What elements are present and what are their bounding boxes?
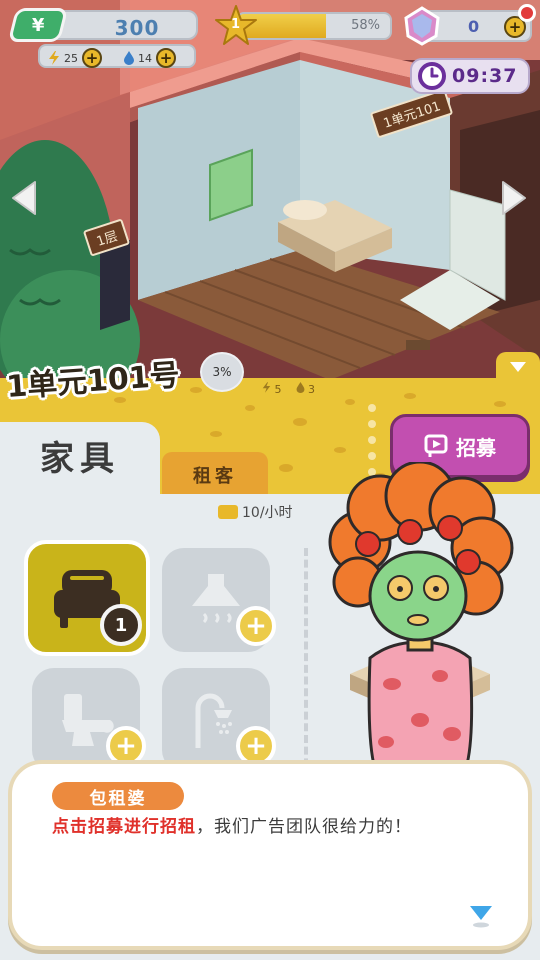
money-icon: ¥ <box>7 8 69 42</box>
level-hud: 58% 1 <box>214 4 394 48</box>
energy-cost-value: 5 <box>274 383 282 396</box>
water-cost-value: 3 <box>308 383 315 396</box>
water-drop-icon <box>124 51 134 65</box>
collapse-panel-button[interactable] <box>496 352 540 382</box>
chevron-down-icon <box>510 362 526 372</box>
gem-value: 0 <box>468 17 480 36</box>
energy-resource: 25 + <box>48 48 102 68</box>
energy-cost: 5 <box>262 382 282 396</box>
dialog-text: 点击招募进行招租，我们广告团队很给力的！ <box>52 816 512 838</box>
water-resource: 14 + <box>124 48 176 68</box>
dialog-highlight: 点击招募进行招租 <box>52 817 196 837</box>
furniture-range-hood[interactable]: + <box>162 548 276 652</box>
resource-pill: 25 + 14 + <box>38 44 196 68</box>
gem-hud: 0 + <box>400 4 536 48</box>
furniture-bed[interactable]: 1 <box>24 540 150 656</box>
add-energy-button[interactable]: + <box>82 48 102 68</box>
money-value: 300 <box>114 16 160 40</box>
furniture-shower[interactable]: + <box>162 668 276 772</box>
chevron-right-icon <box>502 181 526 215</box>
tab-tenant[interactable]: 租客 <box>162 452 268 498</box>
lightning-icon <box>262 382 271 393</box>
room-cost-info: 5 3 <box>262 382 315 396</box>
tab-furniture[interactable]: 家具 <box>0 422 160 498</box>
landlady-character <box>328 462 514 782</box>
speaker-name: 包租婆 <box>52 782 184 810</box>
add-water-button[interactable]: + <box>156 48 176 68</box>
timer: 09:37 <box>410 58 530 94</box>
clock-icon <box>418 62 446 90</box>
level-number: 1 <box>231 17 241 32</box>
bed-count: 1 <box>100 604 142 646</box>
water-drop-icon <box>296 382 304 393</box>
dialog-box[interactable]: 包租婆 点击招募进行招租，我们广告团队很给力的！ <box>8 760 532 950</box>
next-room-button[interactable] <box>494 176 534 220</box>
income-rate: 10/小时 <box>218 502 293 522</box>
level-progress-bar: 58% <box>236 12 392 40</box>
recruit-icon <box>424 434 448 457</box>
water-cost: 3 <box>296 382 315 396</box>
timer-text: 09:37 <box>452 65 518 87</box>
chevron-left-icon <box>12 181 36 215</box>
room-completion: 3% <box>200 352 244 392</box>
prev-room-button[interactable] <box>4 176 44 220</box>
money-icon <box>218 505 238 519</box>
notification-dot <box>518 4 536 22</box>
recruit-label: 招募 <box>456 435 496 460</box>
dialog-body: ，我们广告团队很给力的！ <box>196 817 412 837</box>
gem-icon <box>404 6 440 46</box>
continue-icon[interactable] <box>468 904 494 928</box>
furniture-toilet[interactable]: + <box>32 668 146 772</box>
money-hud: 300 ¥ 25 + 14 + <box>7 8 198 70</box>
level-progress-text: 58% <box>351 18 380 33</box>
income-rate-text: 10/小时 <box>242 505 293 521</box>
water-value: 14 <box>138 51 152 65</box>
lightning-icon <box>49 51 59 65</box>
money-symbol: ¥ <box>31 14 45 36</box>
add-range-hood-button[interactable]: + <box>236 606 276 646</box>
energy-value: 25 <box>64 51 78 65</box>
